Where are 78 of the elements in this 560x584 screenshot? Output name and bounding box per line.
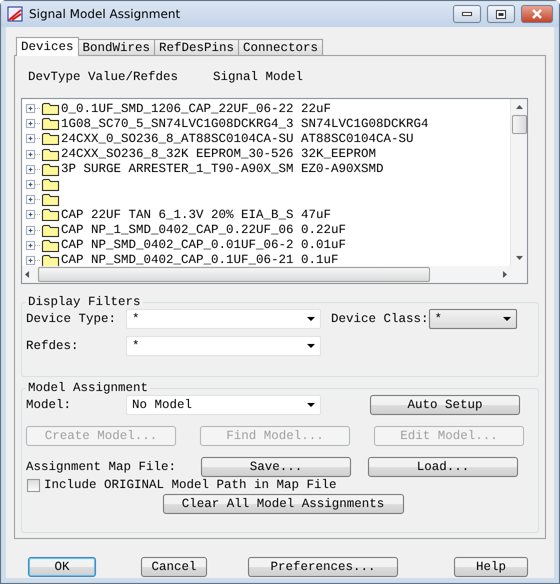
expand-icon[interactable]	[26, 134, 40, 144]
field-label: Device Type:	[26, 312, 118, 326]
dropdown-caret-icon	[307, 344, 315, 348]
minimize-button[interactable]	[453, 5, 481, 23]
folder-icon	[42, 193, 59, 206]
tree-item[interactable]: 24CXX_SO236_8_32K EEPROM_30-526 32K_EEPROM	[61, 147, 376, 162]
expand-icon[interactable]	[26, 195, 40, 204]
dialog-button[interactable]: Preferences...	[248, 557, 398, 577]
group-title: Model Assignment	[27, 381, 150, 395]
expand-icon[interactable]	[26, 240, 40, 250]
expand-icon[interactable]	[26, 210, 40, 220]
refdes-dropdown[interactable]: *	[126, 336, 321, 356]
tab[interactable]: Devices	[16, 37, 79, 56]
device-type-dropdown[interactable]: *	[126, 309, 321, 329]
app-icon	[7, 6, 23, 22]
dropdown-caret-icon	[502, 317, 511, 321]
device-class-dropdown[interactable]: *	[428, 309, 517, 329]
expand-icon[interactable]	[26, 226, 40, 235]
scrollbar-thumb[interactable]	[512, 115, 526, 134]
dropdown-caret-icon	[307, 403, 315, 407]
tree-item[interactable]: 1G08_SC70_5_SN74LVC1G08DCKRG4_3 SN74LVC1G08DCKRG4	[61, 116, 429, 131]
field-label: Model:	[26, 398, 72, 412]
field-label: Assignment Map File:	[26, 460, 178, 474]
folder-icon	[42, 117, 59, 130]
tab[interactable]: BondWires	[78, 39, 156, 56]
scroll-up-icon[interactable]	[516, 105, 522, 109]
scrollbar-thumb[interactable]	[38, 267, 430, 282]
minimize-icon	[462, 12, 472, 16]
tab[interactable]: Connectors	[238, 39, 324, 56]
folder-icon	[42, 208, 59, 222]
folder-icon	[42, 162, 59, 176]
tree-item[interactable]: CAP NP_SMD_0402_CAP_0.01UF_06-2 0.01uF	[61, 238, 346, 252]
tree-item[interactable]: CAP NP_SMD_0402_CAP_0.1UF_06-21 0.1uF	[61, 253, 339, 266]
checkbox[interactable]	[27, 478, 40, 492]
tree-item[interactable]: 0_0.1UF_SMD_1206_CAP_22UF_06-22 22uF	[61, 102, 332, 116]
tab[interactable]: RefDesPins	[154, 39, 240, 56]
expand-icon[interactable]	[26, 180, 40, 190]
dropdown-caret-icon	[307, 317, 315, 321]
close-icon	[531, 9, 543, 19]
restore-button[interactable]	[487, 5, 515, 23]
horizontal-scrollbar[interactable]	[22, 266, 510, 283]
folder-icon	[42, 178, 59, 192]
auto-setup-button[interactable]: Auto Setup	[370, 395, 520, 415]
tree-item[interactable]: CAP NP_1_SMD_0402_CAP_0.22UF_06 0.22uF	[61, 223, 346, 238]
expand-icon[interactable]	[26, 104, 40, 114]
folder-icon	[42, 132, 59, 146]
column-header: Signal Model	[213, 70, 304, 86]
column-header: DevType Value/Refdes	[28, 70, 180, 86]
close-button[interactable]	[521, 5, 553, 23]
window-title: Signal Model Assignment	[29, 7, 182, 21]
field-label: Refdes:	[26, 339, 80, 353]
clear-all-button[interactable]: Clear All Model Assignments	[162, 494, 404, 514]
scroll-down-icon[interactable]	[516, 256, 522, 260]
dialog-button[interactable]: OK	[28, 557, 96, 577]
scroll-right-icon[interactable]	[503, 271, 507, 278]
tree-item[interactable]: 3P SURGE ARRESTER_1_T90-A90X_SM EZ0-A90XSMD	[61, 162, 384, 176]
tree-item[interactable]: 24CXX_0_SO236_8_AT88SC0104CA-SU AT88SC0104CA-SU	[61, 132, 414, 146]
checkbox-label: Include ORIGINAL Model Path in Map File	[44, 478, 337, 492]
restore-icon	[496, 10, 506, 18]
folder-icon	[42, 238, 59, 252]
scroll-left-icon[interactable]	[25, 271, 29, 278]
expand-icon[interactable]	[26, 150, 40, 159]
field-label: Device Class:	[331, 312, 429, 326]
save-button[interactable]: Save...	[201, 457, 351, 477]
group-title: Display Filters	[27, 295, 142, 309]
model-dropdown[interactable]: No Model	[126, 395, 321, 415]
vertical-scrollbar[interactable]	[510, 99, 527, 266]
folder-icon	[42, 224, 59, 237]
expand-icon[interactable]	[26, 256, 40, 265]
expand-icon[interactable]	[26, 164, 40, 174]
load-button[interactable]: Load...	[368, 457, 518, 477]
dialog-button[interactable]: Cancel	[141, 557, 207, 577]
expand-icon[interactable]	[26, 119, 40, 128]
folder-icon	[42, 148, 59, 161]
folder-icon	[42, 254, 59, 266]
tree-item[interactable]: CAP 22UF TAN 6_1.3V 20% EIA_B_S 47uF	[61, 208, 332, 222]
dialog-button[interactable]: Help	[454, 557, 528, 577]
folder-icon	[42, 102, 59, 116]
